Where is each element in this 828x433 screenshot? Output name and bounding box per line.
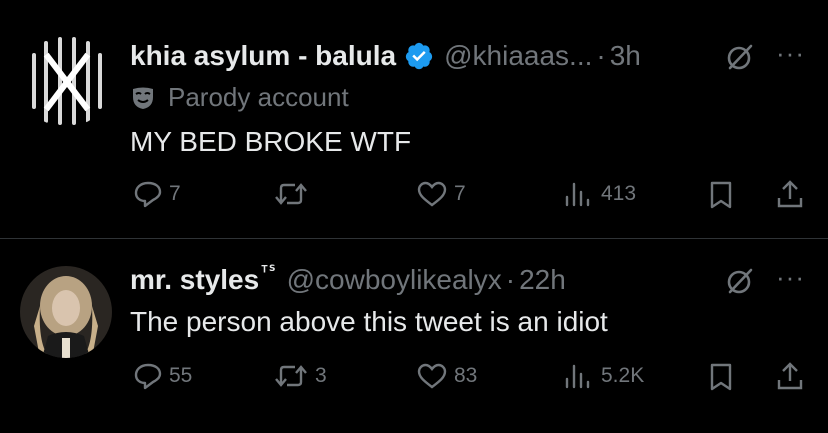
- handle[interactable]: @cowboylikealyx: [287, 264, 502, 296]
- repost-count: 3: [315, 364, 327, 387]
- tweet-header: mr. styles ᵀᔆ @cowboylikealyx · 22h: [130, 262, 566, 298]
- like-button[interactable]: 83: [416, 362, 477, 390]
- separator: ·: [505, 264, 516, 295]
- reply-count: 55: [169, 364, 193, 387]
- like-count: 83: [454, 364, 478, 387]
- share-icon[interactable]: [775, 360, 805, 392]
- views-button[interactable]: 5.2K: [563, 362, 644, 390]
- bookmark-icon[interactable]: [707, 362, 735, 392]
- avatar[interactable]: [20, 266, 112, 358]
- name-suffix: ᵀᔆ: [261, 263, 277, 280]
- reply-icon: [134, 363, 162, 390]
- tweet-2[interactable]: mr. styles ᵀᔆ @cowboylikealyx · 22h ··· …: [0, 0, 828, 433]
- display-name[interactable]: mr. styles: [130, 264, 259, 296]
- timestamp[interactable]: 22h: [519, 264, 566, 296]
- views-icon: [565, 364, 590, 389]
- like-icon: [417, 363, 447, 389]
- tweet-text: The person above this tweet is an idiot: [130, 306, 608, 337]
- repost-icon: [275, 365, 307, 387]
- grok-icon[interactable]: [725, 266, 755, 296]
- repost-button[interactable]: 3: [273, 362, 327, 390]
- view-count: 5.2K: [601, 364, 645, 387]
- more-icon[interactable]: ···: [776, 262, 805, 293]
- reply-button[interactable]: 55: [133, 362, 192, 390]
